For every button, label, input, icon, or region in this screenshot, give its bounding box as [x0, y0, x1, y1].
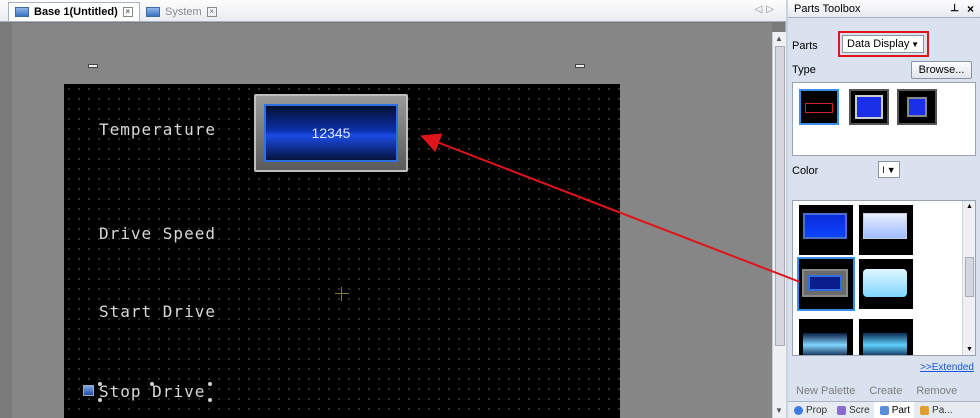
annotation-arrow [420, 133, 801, 283]
